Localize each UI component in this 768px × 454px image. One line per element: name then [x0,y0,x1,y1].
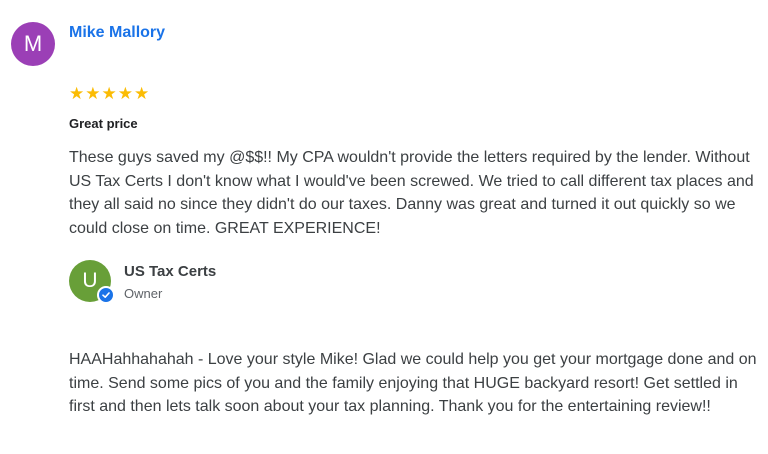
review-title: Great price [69,116,138,131]
star-rating: ★ ★ ★ ★ ★ [69,84,149,104]
star-icon: ★ [69,84,85,103]
review-text: These guys saved my @$$!! My CPA wouldn'… [69,149,754,237]
star-icon: ★ [85,84,101,103]
owner-role-label: Owner [124,286,163,301]
star-icon: ★ [101,84,117,103]
owner-reply-text: HAAHahhahahah - Love your style Mike! Gl… [69,351,757,415]
reviewer-name[interactable]: Mike Mallory [69,24,165,42]
star-icon: ★ [117,84,133,103]
owner-name: US Tax Certs [124,263,217,280]
verified-check-icon [97,286,115,304]
reviewer-avatar-letter: M [23,31,43,56]
reviewer-avatar[interactable]: M [11,22,55,66]
owner-avatar-letter: U [82,269,98,292]
star-icon: ★ [134,84,150,103]
